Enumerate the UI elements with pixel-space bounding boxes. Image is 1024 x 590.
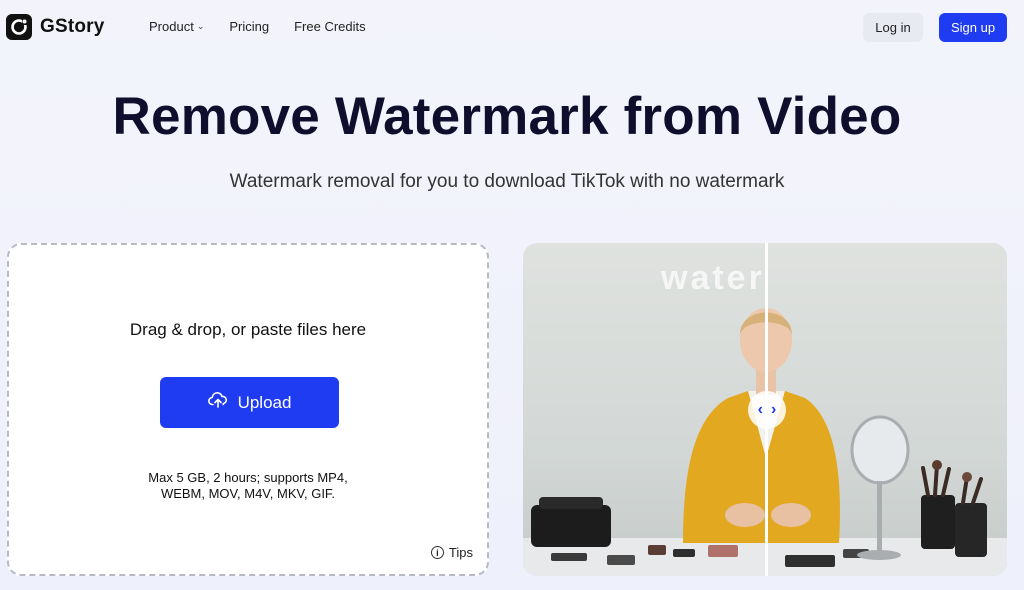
nav-item-label: Product (149, 19, 194, 34)
gstory-logo-icon (6, 14, 32, 40)
chevron-down-icon: ⌄ (196, 21, 205, 31)
upload-dropzone[interactable]: Drag & drop, or paste files here Upload … (7, 243, 489, 576)
nav-item-label: Pricing (229, 19, 270, 34)
logo[interactable]: GStory (6, 14, 105, 40)
page-subtitle: Watermark removal for you to download Ti… (229, 171, 785, 192)
logo-text: GStory (40, 16, 105, 37)
comparison-slider-handle[interactable]: ‹ › (748, 391, 786, 429)
nav-item-label: Free Credits (294, 19, 366, 34)
chevron-right-icon: › (771, 401, 777, 418)
before-after-preview: water ‹ › (523, 243, 1007, 576)
login-button[interactable]: Log in (863, 13, 923, 42)
watermark-sample-text: water (661, 259, 765, 297)
nav-item-free-credits[interactable]: Free Credits (294, 19, 366, 34)
info-icon: i (430, 546, 444, 559)
chevron-left-icon: ‹ (757, 401, 763, 418)
nav-item-product[interactable]: Product ⌄ (149, 19, 204, 34)
signup-button[interactable]: Sign up (939, 13, 1007, 42)
tips-label: Tips (448, 545, 473, 560)
cloud-upload-icon (207, 391, 228, 414)
dropzone-instruction: Drag & drop, or paste files here (129, 320, 367, 339)
nav-item-pricing[interactable]: Pricing (229, 19, 269, 34)
upload-button-label: Upload (237, 392, 292, 412)
upload-limits-line: Max 5 GB, 2 hours; supports MP4, (148, 470, 348, 485)
upload-limits-text: Max 5 GB, 2 hours; supports MP4, WEBM, M… (9, 470, 487, 502)
top-nav-bar: GStory Product ⌄ Pricing Free Credits Lo… (0, 0, 1024, 56)
main-nav: Product ⌄ Pricing Free Credits (149, 19, 366, 34)
page-title: Remove Watermark from Video (112, 87, 902, 146)
upload-button[interactable]: Upload (160, 377, 339, 428)
upload-limits-line: WEBM, MOV, M4V, MKV, GIF. (160, 486, 336, 501)
tips-link[interactable]: i Tips (430, 545, 473, 560)
